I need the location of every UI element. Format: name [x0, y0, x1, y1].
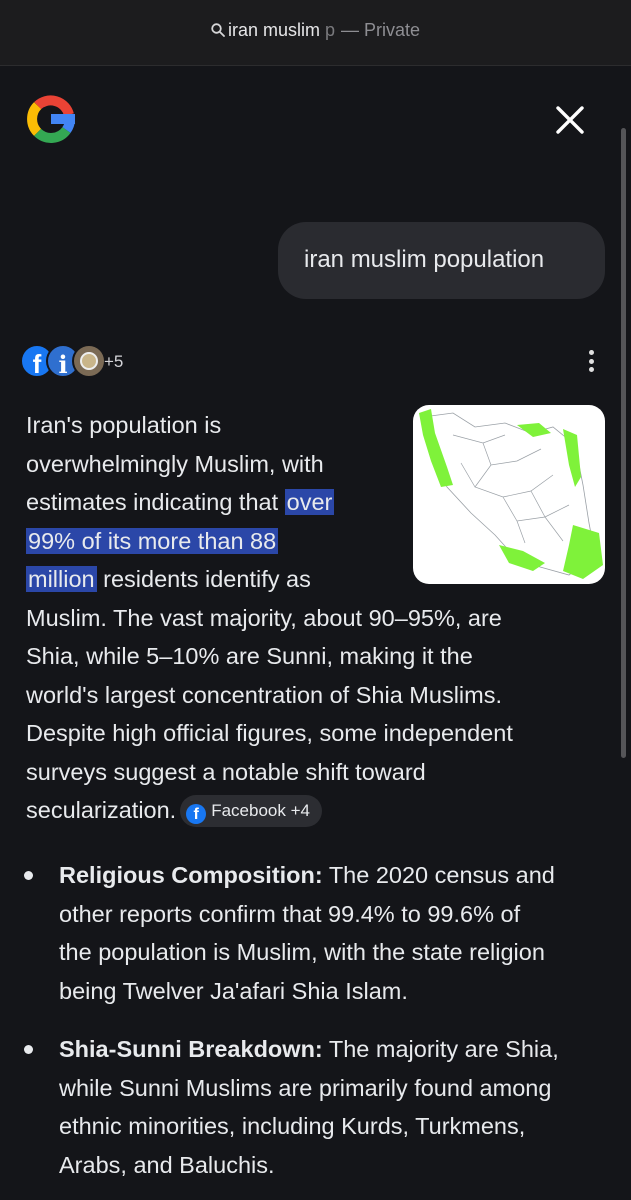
- answer-line: Shia, while 5–10% are Sunni, making it t…: [26, 643, 473, 669]
- bullet-line: being Twelver Ja'afari Shia Islam.: [59, 977, 408, 1004]
- answer-text: estimates indicating that: [26, 489, 285, 515]
- bullet-text: The majority are Shia,: [322, 1036, 559, 1062]
- bullet-text: The 2020 census and: [322, 862, 555, 888]
- bullet-line: ethnic minorities, including Kurds, Turk…: [59, 1113, 526, 1139]
- answer-line: Iran's population is: [26, 412, 222, 438]
- answer-line: 99% of its more than 88: [26, 522, 279, 561]
- answer-line: surveys suggest a notable shift toward: [26, 758, 426, 785]
- bullet-title: Religious Composition:: [59, 862, 323, 888]
- bullet-line: the population is Muslim, with the state…: [59, 939, 545, 965]
- close-icon[interactable]: [552, 102, 588, 138]
- bullet-line: Arabs, and Baluchis.: [59, 1151, 275, 1178]
- source-chip-label: Facebook +4: [211, 801, 310, 820]
- bullet-title: Shia-Sunni Breakdown:: [59, 1036, 323, 1062]
- browser-top-bar: iran muslim p — Private: [0, 0, 631, 66]
- sources-more-count[interactable]: +5: [104, 352, 123, 372]
- address-query: iran muslim: [227, 20, 320, 40]
- answer-line: million residents identify as: [26, 560, 311, 599]
- bullet-line: while Sunni Muslims are primarily found …: [59, 1074, 552, 1101]
- google-logo-icon: [27, 95, 76, 143]
- answer-line: estimates indicating that over: [26, 483, 335, 522]
- scrollbar[interactable]: [621, 128, 626, 758]
- bullet-line: Shia-Sunni Breakdown: The majority are S…: [59, 1030, 559, 1069]
- source-chip[interactable]: f Facebook +4: [180, 795, 322, 827]
- search-icon: [211, 23, 225, 37]
- address-query-overflow: p: [324, 20, 335, 40]
- bullet-line: other reports confirm that 99.4% to 99.6…: [59, 900, 521, 927]
- private-mode-label: — Private: [341, 20, 421, 40]
- highlighted-text[interactable]: over: [284, 489, 335, 515]
- answer-line: Muslim. The vast majority, about 90–95%,…: [26, 604, 502, 631]
- answer-line: Despite high official figures, some inde…: [26, 720, 513, 746]
- answer-line: secularization. f Facebook +4: [26, 791, 322, 830]
- answer-line: world's largest concentration of Shia Mu…: [26, 681, 502, 708]
- bullet-dot: [24, 1045, 33, 1054]
- search-query-bubble: iran muslim population: [278, 222, 605, 299]
- map-image: [419, 409, 603, 579]
- highlighted-text[interactable]: million: [26, 566, 97, 592]
- bullet-line: Religious Composition: The 2020 census a…: [59, 856, 555, 895]
- address-bar[interactable]: iran muslim p — Private: [0, 20, 631, 41]
- more-options-icon[interactable]: [583, 350, 599, 376]
- iran-map-thumbnail[interactable]: [413, 405, 605, 584]
- search-query-text: iran muslim population: [304, 246, 545, 273]
- seal-source-icon[interactable]: [72, 344, 106, 378]
- answer-text: secularization.: [26, 797, 177, 823]
- answer-text: residents identify as: [96, 566, 311, 592]
- answer-line: overwhelmingly Muslim, with: [26, 450, 324, 477]
- bullet-dot: [24, 871, 33, 880]
- facebook-icon: f: [186, 804, 207, 824]
- highlighted-text[interactable]: 99% of its more than 88: [26, 527, 279, 554]
